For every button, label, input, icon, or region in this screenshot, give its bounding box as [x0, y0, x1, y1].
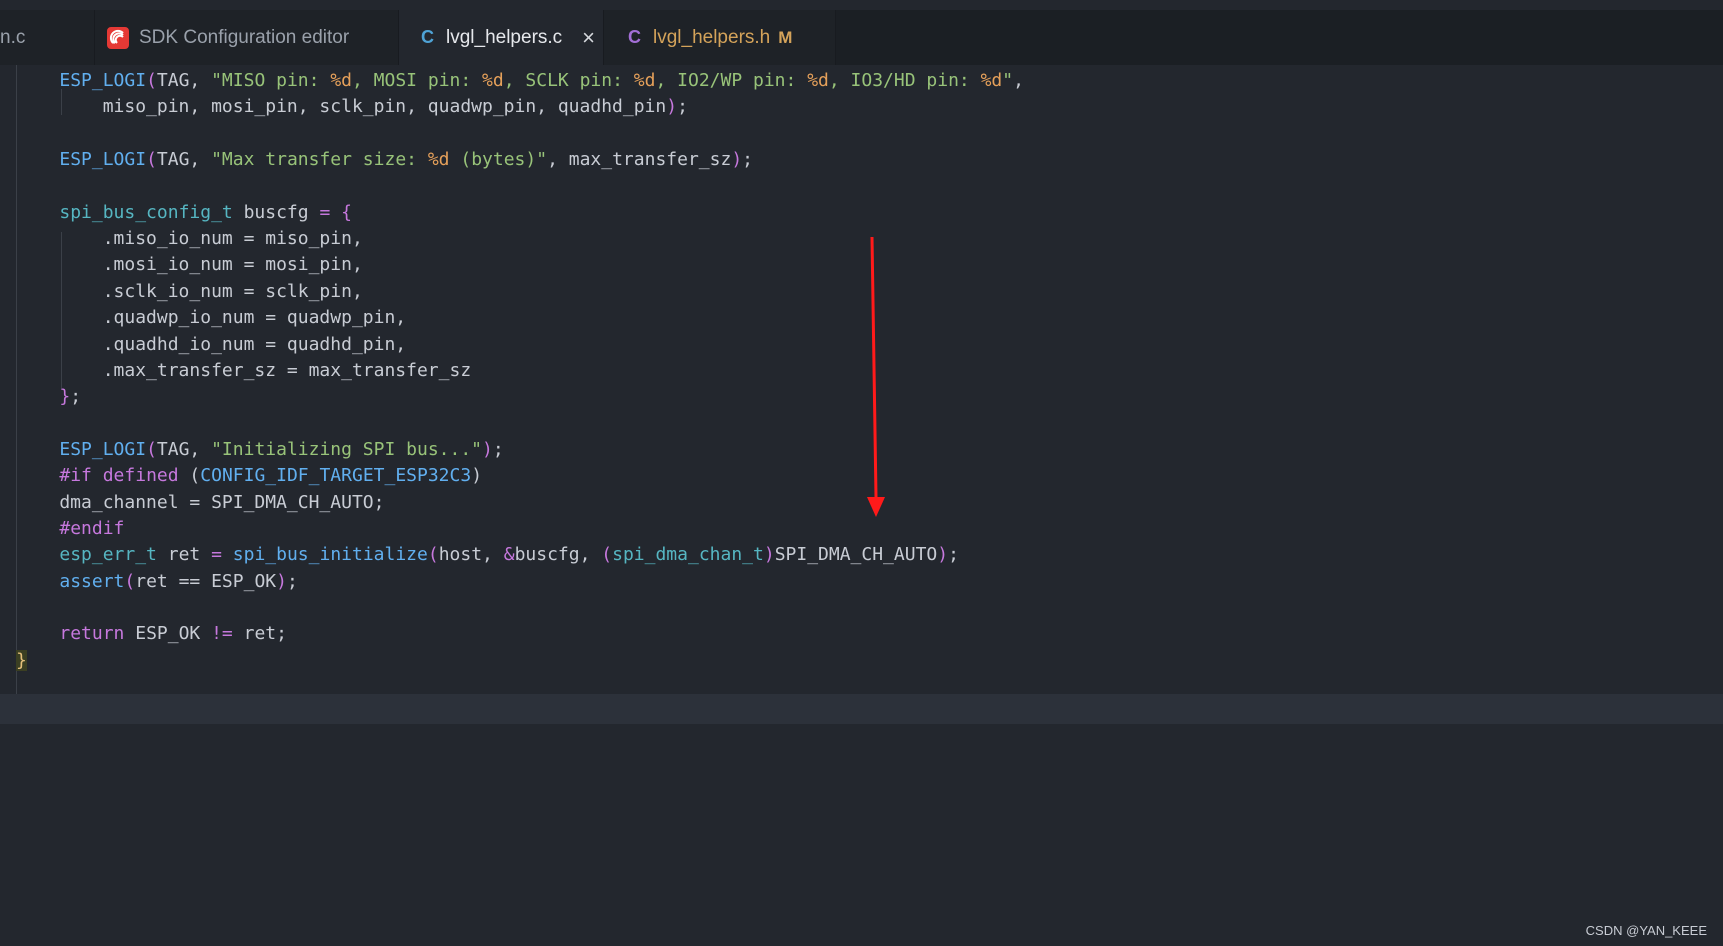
tab-label: n.c: [0, 26, 26, 48]
tab-label: lvgl_helpers.c: [446, 26, 563, 48]
c-file-icon: C: [628, 27, 641, 47]
tab-partial-c[interactable]: n.c: [0, 10, 95, 65]
tab-label: lvgl_helpers.h: [653, 26, 771, 48]
annotation-arrow: [867, 236, 885, 517]
tab-sdk-configuration-editor[interactable]: SDK Configuration editor: [95, 10, 399, 65]
close-icon[interactable]: ×: [582, 26, 595, 49]
tab-lvgl-helpers-c[interactable]: C lvgl_helpers.c ×: [399, 10, 604, 65]
tab-label: SDK Configuration editor: [139, 26, 350, 48]
watermark: CSDN @YAN_KEEE: [1585, 923, 1707, 938]
espressif-icon: [107, 26, 129, 49]
tab-bar-top-strip: [0, 0, 1723, 10]
modified-badge: M: [778, 27, 793, 47]
tab-bar: n.c SDK Configuration editor C lvgl_help…: [0, 0, 1723, 65]
code-editor[interactable]: ESP_LOGI(TAG, "MISO pin: %d, MOSI pin: %…: [0, 65, 1723, 946]
tab-lvgl-helpers-h[interactable]: C lvgl_helpers.h M: [604, 10, 836, 65]
c-file-icon: C: [421, 27, 434, 47]
